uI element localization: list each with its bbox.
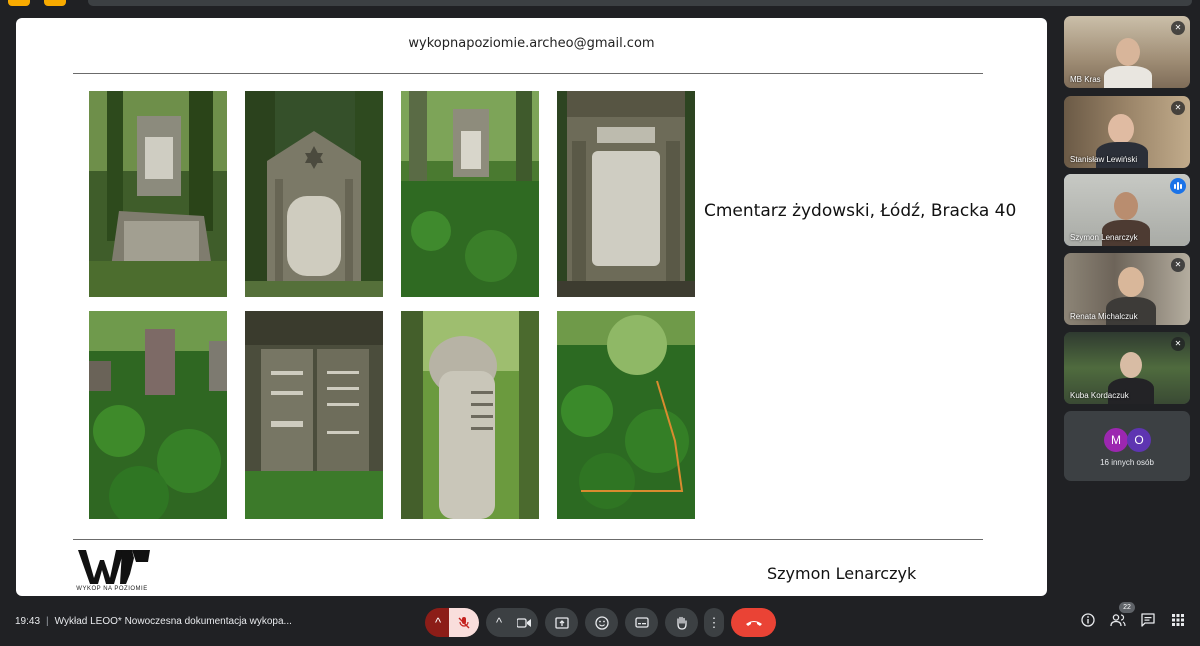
slide-email: wykopnapoziomie.archeo@gmail.com bbox=[408, 36, 655, 51]
participant-name: MB Kras bbox=[1070, 75, 1101, 84]
top-strip bbox=[0, 0, 1200, 10]
chat-icon bbox=[1141, 613, 1155, 627]
chevron-up-icon: ^ bbox=[495, 615, 503, 630]
raise-hand-button[interactable] bbox=[665, 608, 698, 637]
slide-divider-top bbox=[73, 73, 983, 74]
video-options-button[interactable]: ^ bbox=[486, 608, 512, 637]
emoji-icon bbox=[594, 615, 609, 630]
participant-tile[interactable]: ✕ Stanisław Lewiński bbox=[1064, 96, 1190, 168]
participant-tile[interactable]: Szymon Lenarczyk bbox=[1064, 174, 1190, 246]
mic-off-icon: ✕ bbox=[1171, 337, 1185, 351]
photo-grave-carved-tree bbox=[401, 311, 539, 519]
captions-button[interactable] bbox=[625, 608, 658, 637]
participant-tile[interactable]: ✕ Kuba Kordaczuk bbox=[1064, 332, 1190, 404]
speaking-indicator-icon bbox=[1170, 178, 1186, 194]
photo-grave-small-distant bbox=[401, 91, 539, 297]
photo-grave-survey-plot bbox=[557, 311, 695, 519]
participant-head bbox=[1108, 114, 1134, 144]
photo-grave-pillared-facade bbox=[557, 91, 695, 297]
chat-button[interactable] bbox=[1138, 613, 1158, 633]
people-button[interactable] bbox=[1108, 613, 1128, 633]
meeting-time: 19:43 bbox=[15, 616, 41, 627]
end-call-button[interactable] bbox=[731, 608, 776, 637]
participant-head bbox=[1114, 192, 1138, 220]
mic-toggle-button[interactable] bbox=[449, 608, 479, 637]
mic-off-icon bbox=[458, 616, 470, 628]
meeting-controls-bar: 19:43 | Wykład LEOO* Nowoczesna dokumentac… bbox=[0, 600, 1200, 646]
participant-name: Kuba Kordaczuk bbox=[1070, 391, 1129, 400]
meeting-info: 19:43 | Wykład LEOO* Nowoczesna dokumentac… bbox=[15, 616, 292, 627]
photo-grave-tablets-inscription bbox=[245, 311, 383, 519]
avatar: M bbox=[1104, 428, 1128, 452]
participant-tile[interactable]: ✕ MB Kras bbox=[1064, 16, 1190, 88]
meeting-details-button[interactable] bbox=[1078, 613, 1098, 633]
mic-off-icon: ✕ bbox=[1171, 101, 1185, 115]
camera-icon bbox=[517, 617, 531, 628]
emoji-button[interactable] bbox=[585, 608, 618, 637]
chevron-up-icon: ^ bbox=[434, 615, 442, 630]
raise-hand-icon bbox=[677, 616, 687, 630]
meeting-title: Wykład LEOO* Nowoczesna dokumentacja wyk… bbox=[54, 616, 292, 627]
participant-count-badge: 22 bbox=[1119, 602, 1135, 613]
other-participants-label: 16 innych osób bbox=[1100, 458, 1154, 467]
top-bar bbox=[88, 0, 1192, 6]
top-left-control[interactable] bbox=[8, 0, 30, 6]
slide-divider-bottom bbox=[73, 539, 983, 540]
present-icon bbox=[554, 616, 569, 629]
participant-head bbox=[1116, 38, 1140, 66]
info-icon bbox=[1081, 613, 1095, 627]
more-icon: ⋮ bbox=[707, 614, 721, 630]
camera-toggle-button[interactable] bbox=[510, 608, 538, 637]
mic-off-icon: ✕ bbox=[1171, 258, 1185, 272]
participant-name: Stanisław Lewiński bbox=[1070, 155, 1138, 164]
shared-presentation: wykopnapoziomie.archeo@gmail.com Cmentar… bbox=[16, 18, 1047, 596]
top-left-control-2[interactable] bbox=[44, 0, 66, 6]
participant-head bbox=[1120, 352, 1142, 378]
end-call-icon bbox=[745, 620, 762, 626]
slide-caption: Cmentarz żydowski, Łódź, Bracka 40 bbox=[704, 201, 1017, 221]
participant-head bbox=[1118, 267, 1144, 297]
photo-grave-ivy-slab bbox=[89, 91, 227, 297]
more-options-button[interactable]: ⋮ bbox=[704, 608, 724, 637]
participant-tile[interactable]: ✕ Renata Michalczuk bbox=[1064, 253, 1190, 325]
avatar: O bbox=[1127, 428, 1151, 452]
mic-off-icon: ✕ bbox=[1171, 21, 1185, 35]
slide-speaker-name: Szymon Lenarczyk bbox=[767, 564, 917, 583]
present-button[interactable] bbox=[545, 608, 578, 637]
captions-icon bbox=[634, 617, 649, 628]
audio-options-button[interactable]: ^ bbox=[425, 608, 451, 637]
photo-grave-ivy-field bbox=[89, 311, 227, 519]
participant-body bbox=[1104, 66, 1152, 88]
people-icon bbox=[1110, 614, 1126, 627]
other-participants-tile[interactable]: M O 16 innych osób bbox=[1064, 411, 1190, 481]
activities-icon bbox=[1172, 614, 1184, 626]
photo-grave-star-of-david bbox=[245, 91, 383, 297]
participant-name: Renata Michalczuk bbox=[1070, 312, 1138, 321]
participant-name: Szymon Lenarczyk bbox=[1070, 233, 1138, 242]
logo-text: WYKOP NA POZIOMIE bbox=[76, 586, 148, 592]
activities-button[interactable] bbox=[1168, 613, 1188, 633]
